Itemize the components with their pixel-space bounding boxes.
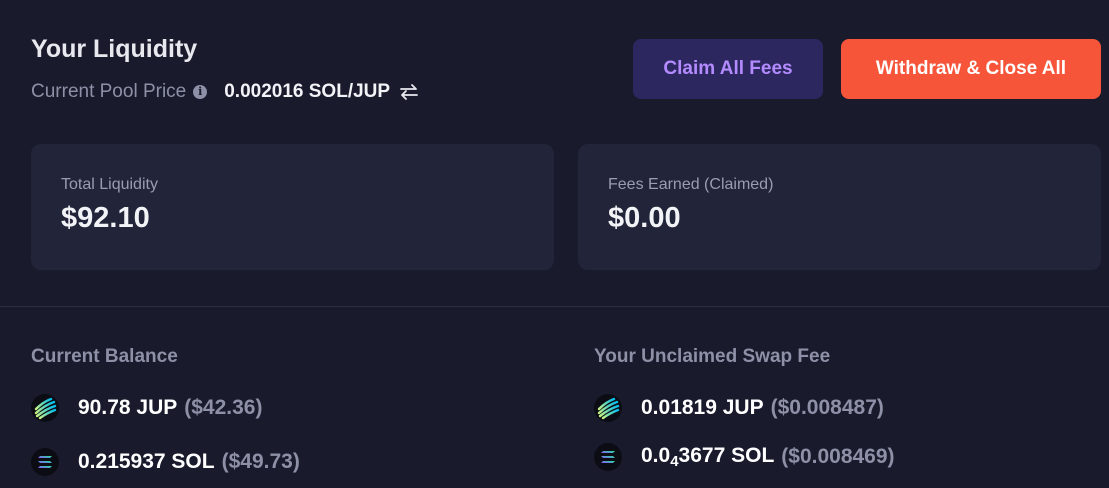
total-liquidity-label: Total Liquidity — [61, 176, 158, 193]
fee-row-jup: 0.01819 JUP ($0.008487) — [594, 392, 884, 424]
section-divider — [0, 306, 1109, 307]
fee-usd-sol: ($0.008469) — [781, 445, 895, 468]
fee-amount-jup: 0.01819 JUP — [641, 396, 764, 419]
claim-all-fees-button[interactable]: Claim All Fees — [633, 39, 823, 99]
balance-usd-sol: ($49.73) — [221, 450, 300, 473]
fee-amount-sol-subscript: 4 — [670, 453, 679, 470]
fee-row-sol: 0.043677 SOL ($0.008469) — [594, 441, 895, 473]
fee-amount-sol-suffix: 3677 SOL — [678, 444, 775, 467]
pool-price-row: Current Pool Price i 0.002016 SOL/JUP — [31, 80, 419, 104]
total-liquidity-card: Total Liquidity $92.10 — [31, 144, 554, 270]
unclaimed-fee-title: Your Unclaimed Swap Fee — [594, 346, 831, 367]
jup-token-icon — [594, 394, 622, 422]
current-balance-title: Current Balance — [31, 346, 178, 367]
balance-amount-jup: 90.78 JUP — [78, 396, 178, 419]
fee-usd-jup: ($0.008487) — [770, 396, 884, 419]
sol-token-icon — [31, 448, 59, 476]
total-liquidity-value: $92.10 — [61, 202, 150, 234]
page-title: Your Liquidity — [31, 35, 198, 63]
pool-price-value: 0.002016 SOL/JUP — [224, 81, 391, 102]
balance-row-jup: 90.78 JUP ($42.36) — [31, 392, 262, 424]
jup-token-icon — [31, 394, 59, 422]
balance-row-sol: 0.215937 SOL ($49.73) — [31, 446, 300, 478]
fees-earned-card: Fees Earned (Claimed) $0.00 — [578, 144, 1101, 270]
info-icon[interactable]: i — [193, 85, 208, 99]
fees-earned-label: Fees Earned (Claimed) — [608, 176, 774, 193]
swap-arrows-icon[interactable] — [399, 83, 419, 101]
pool-price-label: Current Pool Price — [31, 81, 187, 102]
fee-amount-sol: 0.043677 SOL — [641, 444, 774, 470]
withdraw-close-all-button[interactable]: Withdraw & Close All — [841, 39, 1101, 99]
balance-usd-jup: ($42.36) — [184, 396, 263, 419]
balance-amount-sol: 0.215937 SOL — [78, 450, 215, 473]
fees-earned-value: $0.00 — [608, 202, 681, 234]
sol-token-icon — [594, 443, 622, 471]
fee-amount-sol-prefix: 0.0 — [641, 444, 671, 467]
